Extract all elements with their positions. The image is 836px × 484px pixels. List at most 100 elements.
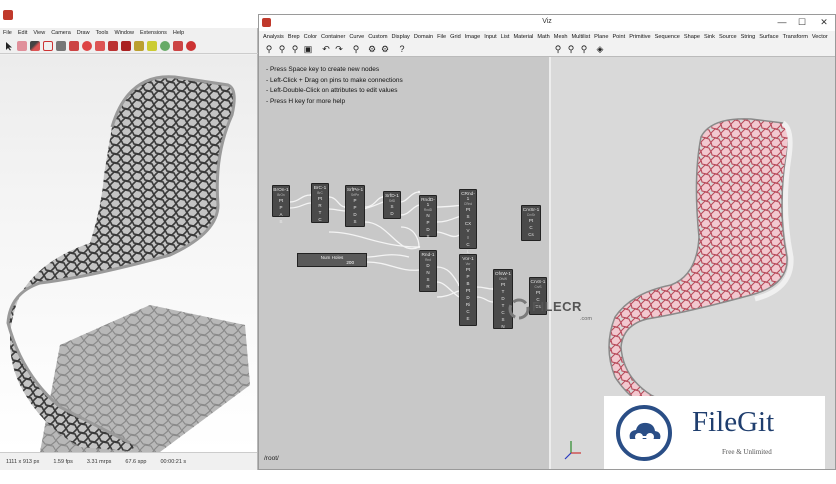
menu-transform[interactable]: Transform xyxy=(783,34,808,40)
node-pin[interactable]: Pt xyxy=(522,217,540,224)
node-brc[interactable]: BrC-1 BrC Pt R T C xyxy=(311,183,329,223)
view-zoom-out-icon[interactable]: ⚲ xyxy=(579,44,589,54)
node-pin[interactable]: B xyxy=(460,280,476,287)
node-pin[interactable]: E xyxy=(460,315,476,322)
menu-sink[interactable]: Sink xyxy=(704,34,715,40)
options-icon[interactable]: ⚙ xyxy=(380,44,390,54)
node-pin[interactable]: Pt xyxy=(460,266,476,273)
close-button[interactable]: ✕ xyxy=(815,16,833,29)
maximize-button[interactable]: ☐ xyxy=(793,16,811,29)
node-pin[interactable]: S xyxy=(420,233,436,240)
node-pin[interactable]: S xyxy=(420,276,436,283)
node-pin[interactable]: D xyxy=(346,211,364,218)
offset-icon[interactable] xyxy=(121,40,131,51)
scale-icon[interactable] xyxy=(108,40,118,51)
node-crvsr[interactable]: CrvSr-1 CrvSr Pt C Cs xyxy=(521,205,541,241)
move-icon[interactable] xyxy=(82,40,92,51)
menu-display[interactable]: Display xyxy=(392,34,410,40)
menu-edit[interactable]: Edit xyxy=(18,30,27,36)
undo-icon[interactable]: ↶ xyxy=(321,44,331,54)
node-pin[interactable]: D xyxy=(420,262,436,269)
menu-extensions[interactable]: Extensions xyxy=(140,30,167,36)
node-pin[interactable]: P xyxy=(346,197,364,204)
menu-image[interactable]: Image xyxy=(465,34,481,40)
pick-icon[interactable]: ⚲ xyxy=(351,44,361,54)
pencil-icon[interactable] xyxy=(30,40,40,51)
node-crnd[interactable]: CRnd-1 CRnd Pt S CX V I C L xyxy=(459,189,477,254)
orbit-icon[interactable] xyxy=(186,40,196,51)
node-pin[interactable]: C xyxy=(460,308,476,315)
menu-help[interactable]: Help xyxy=(173,30,184,36)
sketchup-viewport[interactable] xyxy=(0,55,257,452)
node-pin[interactable]: A xyxy=(273,211,289,218)
menu-material[interactable]: Material xyxy=(513,34,533,40)
view-shading-icon[interactable]: ◈ xyxy=(595,44,605,54)
node-vor[interactable]: Vor-1 Vor Pt P B Pt D Ri C E xyxy=(459,254,477,326)
menu-primitive[interactable]: Primitive xyxy=(629,34,650,40)
node-pin[interactable]: Pt xyxy=(312,195,328,202)
node-pin[interactable]: Pt xyxy=(460,287,476,294)
minimize-button[interactable]: — xyxy=(773,16,791,29)
node-rnd[interactable]: Rnd-1 Rnd D N S R xyxy=(419,250,437,292)
node-pin[interactable]: V xyxy=(460,227,476,234)
menu-container[interactable]: Container xyxy=(321,34,345,40)
view-zoom-extents-icon[interactable]: ⚲ xyxy=(553,44,563,54)
menu-surface[interactable]: Surface xyxy=(759,34,778,40)
menu-source[interactable]: Source xyxy=(719,34,737,40)
protractor-icon[interactable] xyxy=(160,40,170,51)
node-pin[interactable]: C xyxy=(312,216,328,223)
zoom-out-icon[interactable]: ⚲ xyxy=(290,44,300,54)
node-pin[interactable]: D xyxy=(460,294,476,301)
node-pin[interactable]: D xyxy=(420,226,436,233)
menu-plane[interactable]: Plane xyxy=(594,34,608,40)
menu-input[interactable]: Input xyxy=(484,34,496,40)
node-srfpe[interactable]: SrfPe-1 SrfPe P P D S xyxy=(345,185,365,227)
node-pin[interactable]: T xyxy=(312,209,328,216)
node-graph-canvas[interactable]: - Press Space key to create new nodes - … xyxy=(259,57,549,469)
node-pin[interactable]: Pt xyxy=(530,289,546,296)
menu-custom[interactable]: Custom xyxy=(368,34,387,40)
num-holes-value[interactable]: 200 xyxy=(346,260,354,265)
menu-tools[interactable]: Tools xyxy=(96,30,109,36)
eraser-icon[interactable] xyxy=(17,40,27,51)
tape-measure-icon[interactable] xyxy=(134,40,144,51)
menu-multilist[interactable]: Multilist xyxy=(571,34,590,40)
node-pin[interactable]: C xyxy=(522,224,540,231)
zoom-in-icon[interactable]: ⚲ xyxy=(277,44,287,54)
node-pin[interactable]: R xyxy=(420,283,436,290)
menu-view[interactable]: View xyxy=(33,30,45,36)
menu-camera[interactable]: Camera xyxy=(51,30,71,36)
node-pin[interactable]: R xyxy=(312,202,328,209)
redo-icon[interactable]: ↷ xyxy=(334,44,344,54)
menu-sequence[interactable]: Sequence xyxy=(655,34,680,40)
push-pull-icon[interactable] xyxy=(69,40,79,51)
settings-icon[interactable]: ⚙ xyxy=(367,44,377,54)
node-pin[interactable]: Pt xyxy=(494,281,512,288)
node-bron[interactable]: BrOn-1 BrOn Pt P A B xyxy=(272,185,290,224)
node-pin[interactable]: S xyxy=(460,213,476,220)
text-icon[interactable] xyxy=(173,40,183,51)
menu-string[interactable]: String xyxy=(741,34,756,40)
menu-file[interactable]: File xyxy=(437,34,446,40)
menu-color[interactable]: Color xyxy=(304,34,317,40)
node-pin[interactable]: N xyxy=(420,269,436,276)
menu-brep[interactable]: Brep xyxy=(288,34,300,40)
node-pin[interactable]: I xyxy=(460,234,476,241)
menu-analysis[interactable]: Analysis xyxy=(263,34,284,40)
menu-vector[interactable]: Vector xyxy=(812,34,828,40)
node-pin[interactable]: Ri xyxy=(460,301,476,308)
node-pin[interactable]: S xyxy=(384,203,400,210)
node-pin[interactable]: D xyxy=(384,210,400,217)
menu-math[interactable]: Math xyxy=(537,34,549,40)
node-pin[interactable]: CX xyxy=(460,220,476,227)
dimension-icon[interactable] xyxy=(147,40,157,51)
save-icon[interactable]: ▣ xyxy=(303,44,313,54)
menu-mesh[interactable]: Mesh xyxy=(554,34,568,40)
menu-point[interactable]: Point xyxy=(612,34,625,40)
zoom-extents-icon[interactable]: ⚲ xyxy=(264,44,274,54)
node-pin[interactable]: Cs xyxy=(522,231,540,238)
node-pin[interactable]: T xyxy=(494,288,512,295)
menu-grid[interactable]: Grid xyxy=(450,34,461,40)
num-holes-slider[interactable]: Num Holes 200 xyxy=(297,253,367,267)
node-pin[interactable]: S xyxy=(346,218,364,225)
